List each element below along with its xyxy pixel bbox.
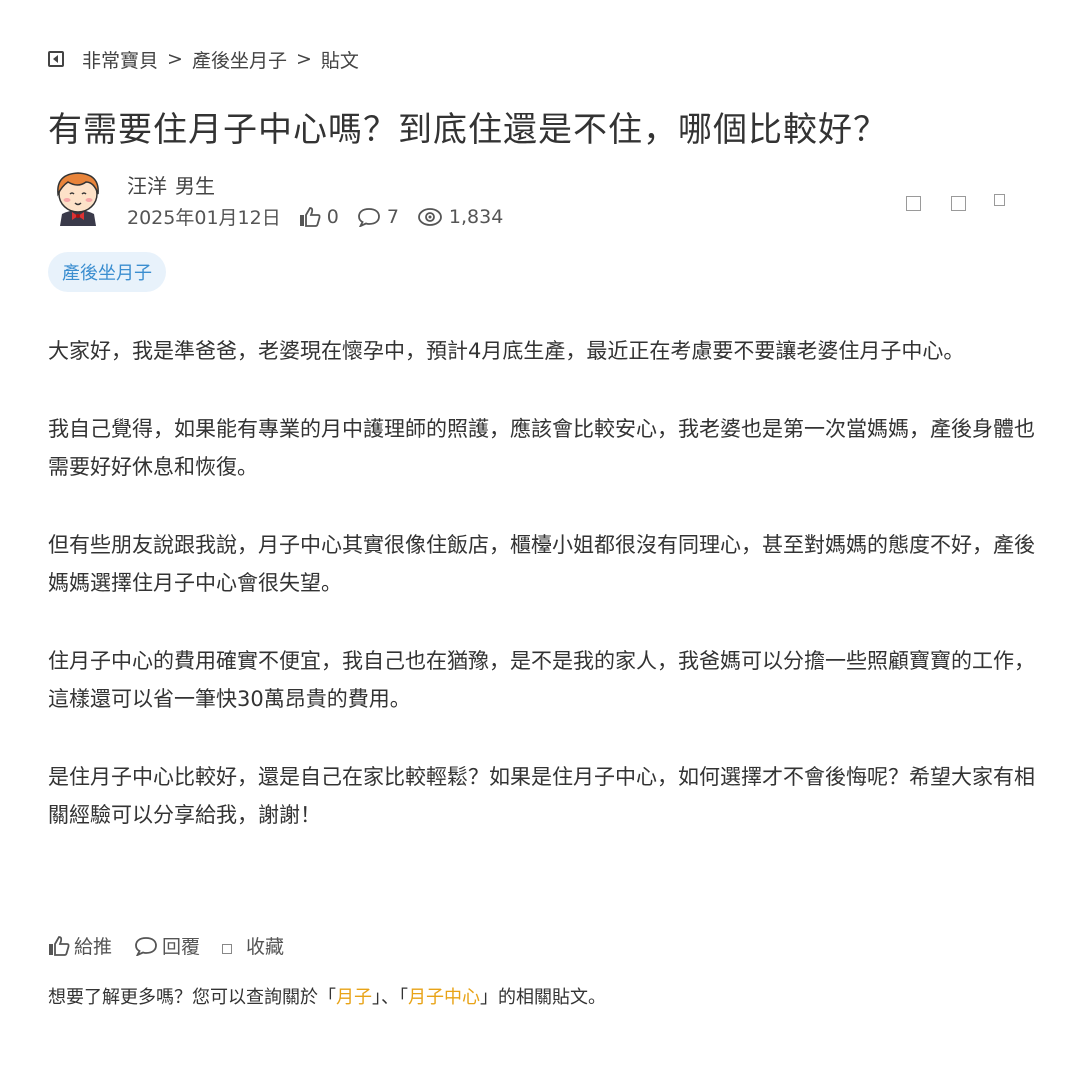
category-tag[interactable]: 產後坐月子	[48, 252, 166, 292]
comment-icon	[135, 936, 157, 956]
breadcrumb-separator: >	[295, 48, 312, 70]
post-date: 2025年01月12日	[127, 207, 281, 229]
post-paragraph: 但有些朋友說跟我說，月子中心其實很像住飯店，櫃檯小姐都很沒有同理心，甚至對媽媽的…	[48, 533, 1035, 595]
like-count-value: 0	[326, 205, 339, 228]
breadcrumb-separator: >	[167, 48, 183, 70]
author-info: 汪洋 男生	[127, 170, 215, 199]
related-keyword-link[interactable]: 月子	[336, 987, 372, 1008]
post-paragraph: 住月子中心的費用確實不便宜，我自己也在猶豫，是不是我的家人，我爸媽可以分擔一些照…	[48, 649, 1035, 711]
view-count-value: 1,834	[448, 205, 504, 228]
post-title: 有需要住月子中心嗎？到底住還是不住，哪個比較好？	[48, 110, 888, 150]
post-actions: 給推 回覆 收藏	[48, 932, 306, 959]
share-icon[interactable]	[906, 196, 921, 211]
reply-count: 7	[357, 206, 399, 228]
related-suffix: 」的相關貼文。	[480, 987, 606, 1008]
post-meta: 2025年01月12日 0 7 1,834	[127, 203, 521, 230]
reply-button[interactable]: 回覆	[134, 932, 200, 959]
post-paragraph: 大家好，我是準爸爸，老婆現在懷孕中，預計4月底生產，最近正在考慮要不要讓老婆住月…	[48, 339, 965, 363]
related-posts-hint: 想要了解更多嗎？您可以查詢關於「月子」、「月子中心」的相關貼文。	[48, 983, 606, 1009]
related-middle: 」、「	[372, 987, 408, 1008]
back-icon[interactable]	[48, 51, 64, 67]
comment-icon	[357, 207, 380, 227]
reply-button-label: 回覆	[162, 936, 201, 958]
like-button-label: 給推	[74, 936, 113, 958]
author-name[interactable]: 汪洋	[127, 174, 167, 198]
like-button[interactable]: 給推	[48, 932, 112, 959]
post-paragraph: 是住月子中心比較好，還是自己在家比較輕鬆？如果是住月子中心，如何選擇才不會後悔呢…	[48, 765, 1035, 827]
breadcrumb-item-current: 貼文	[320, 49, 359, 72]
more-icon[interactable]	[994, 194, 1005, 206]
related-prefix: 想要了解更多嗎？您可以查詢關於「	[48, 987, 336, 1008]
breadcrumb-item-category[interactable]: 產後坐月子	[192, 46, 287, 73]
thumbs-up-icon	[49, 935, 70, 956]
reply-count-value: 7	[386, 205, 399, 228]
avatar[interactable]	[48, 166, 108, 228]
related-keyword-link[interactable]: 月子中心	[408, 987, 480, 1008]
eye-icon	[418, 207, 442, 226]
bookmark-icon	[222, 943, 233, 954]
favorite-button[interactable]: 收藏	[222, 932, 284, 959]
report-icon[interactable]	[951, 196, 966, 211]
view-count: 1,834	[417, 206, 503, 228]
like-count: 0	[299, 206, 339, 228]
breadcrumb: 非常寶貝 > 產後坐月子 > 貼文	[48, 46, 359, 72]
post-content: 大家好，我是準爸爸，老婆現在懷孕中，預計4月底生產，最近正在考慮要不要讓老婆住月…	[48, 332, 1038, 874]
author-gender: 男生	[175, 174, 215, 198]
favorite-button-label: 收藏	[246, 936, 285, 958]
post-paragraph: 我自己覺得，如果能有專業的月中護理師的照護，應該會比較安心，我老婆也是第一次當媽…	[48, 417, 1035, 479]
breadcrumb-item-home[interactable]: 非常寶貝	[82, 46, 158, 73]
thumbs-up-icon	[299, 206, 321, 227]
